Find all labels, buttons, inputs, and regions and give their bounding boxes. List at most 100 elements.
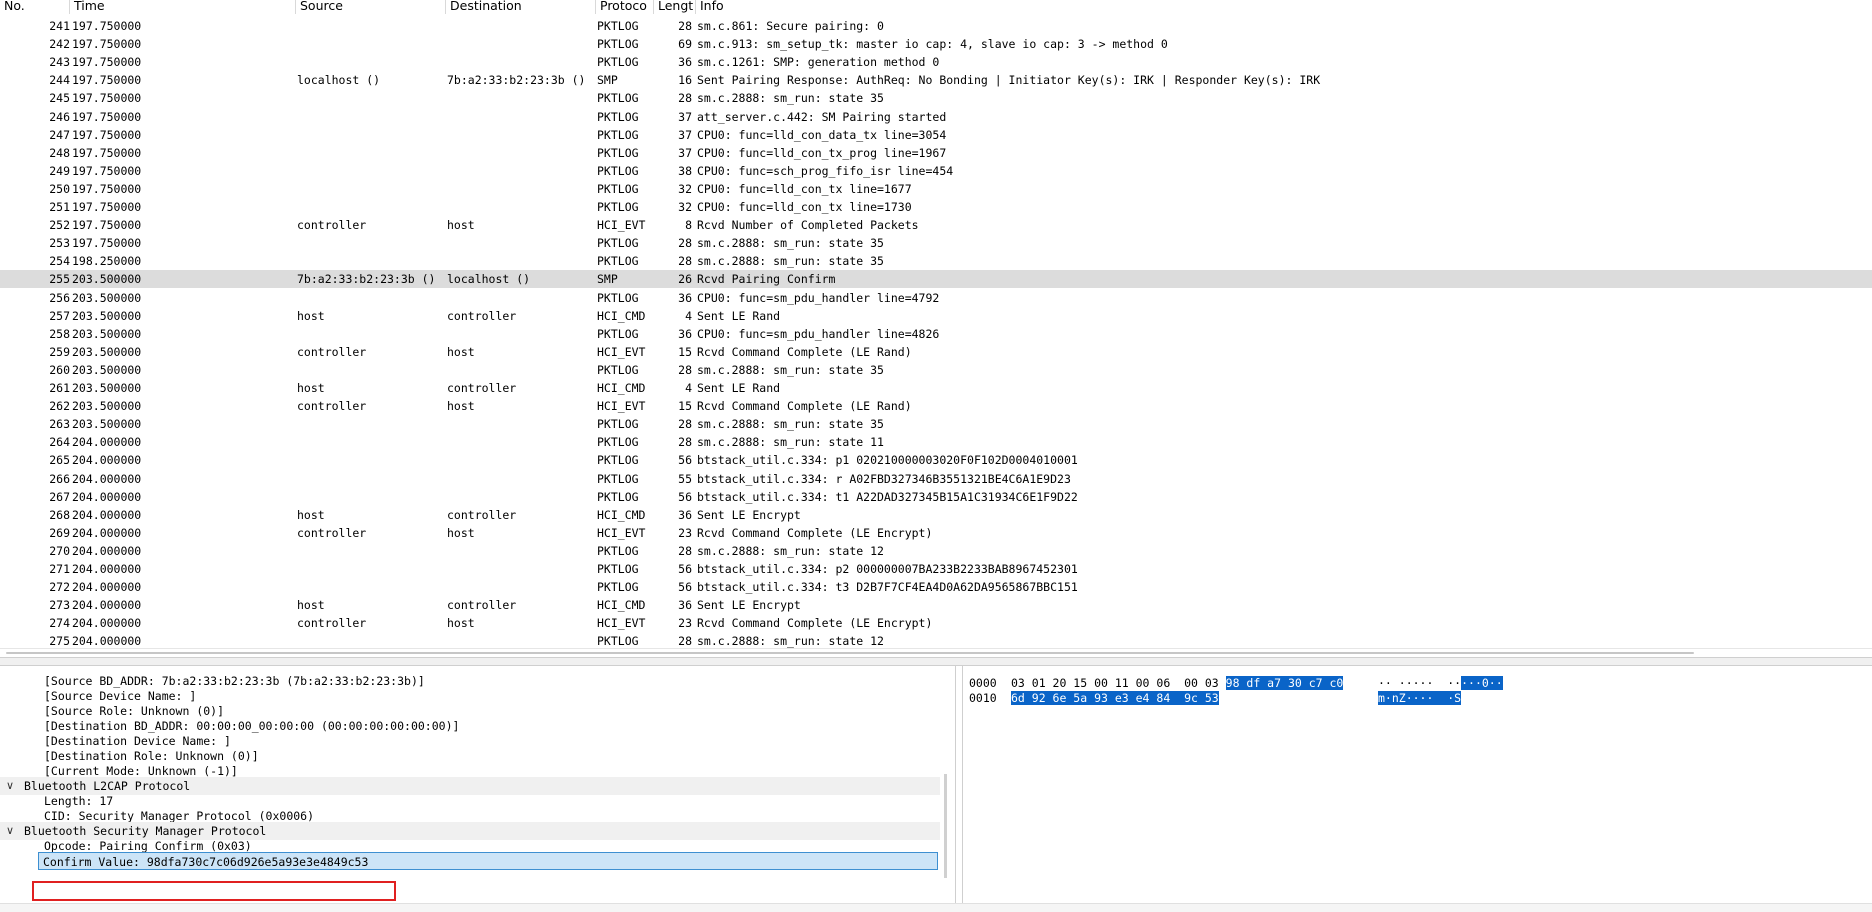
cell-length: 4 — [685, 309, 692, 323]
cell-destination: host — [447, 616, 475, 630]
details-tree-field-selected[interactable]: Confirm Value: 98dfa730c7c06d926e5a93e3e… — [38, 852, 938, 870]
cell-time: 197.750000 — [72, 91, 142, 105]
cell-info: sm.c.2888: sm_run: state 35 — [697, 236, 884, 250]
pane-splitter[interactable] — [0, 657, 1872, 666]
cell-time: 197.750000 — [72, 164, 142, 178]
packet-details-pane[interactable]: [Source BD_ADDR: 7b:a2:33:b2:23:3b (7b:a… — [0, 666, 956, 911]
packet-list-hscroll-thumb[interactable] — [6, 652, 1694, 654]
packet-row[interactable]: 268 204.000000 host controller HCI_CMD 36 Sent… — [0, 506, 1872, 524]
packet-row[interactable]: 257 203.500000 host controller HCI_CMD 4 Sent … — [0, 307, 1872, 325]
cell-no: 264 — [49, 435, 70, 449]
cell-protocol: HCI_CMD — [597, 598, 646, 612]
cell-info: Sent LE Rand — [697, 309, 781, 323]
cell-info: Sent LE Encrypt — [697, 508, 801, 522]
packet-row[interactable]: 263 203.500000 PKTLOG 28 sm.c.2888: sm_run: … — [0, 415, 1872, 433]
bytes-ascii[interactable]: m·nZ···· ·S — [1378, 690, 1462, 706]
cell-length: 37 — [678, 110, 692, 124]
packet-row[interactable]: 251 197.750000 PKTLOG 32 CPU0: func=lld_con_… — [0, 198, 1872, 216]
cell-no: 265 — [49, 453, 70, 467]
packet-row[interactable]: 248 197.750000 PKTLOG 37 CPU0: func=lld_con_… — [0, 144, 1872, 162]
bytes-hex[interactable]: 6d 92 6e 5a 93 e3 e4 84 9c 53 — [1011, 690, 1219, 706]
cell-info: sm.c.1261: SMP: generation method 0 — [697, 55, 940, 69]
cell-destination — [447, 289, 595, 307]
packet-row[interactable]: 259 203.500000 controller host HCI_EVT 15 Rcvd… — [0, 343, 1872, 361]
cell-time: 204.000000 — [72, 508, 142, 522]
cell-info: CPU0: func=lld_con_tx line=1677 — [697, 182, 912, 196]
column-header-time[interactable]: Time — [69, 0, 295, 14]
cell-length: 26 — [678, 272, 692, 286]
cell-length: 28 — [678, 236, 692, 250]
packet-row[interactable]: 253 197.750000 PKTLOG 28 sm.c.2888: sm_run: … — [0, 234, 1872, 252]
cell-destination: controller — [447, 309, 517, 323]
cell-destination — [447, 252, 595, 270]
cell-destination — [447, 35, 595, 53]
cell-protocol: PKTLOG — [597, 435, 639, 449]
cell-time: 204.000000 — [72, 598, 142, 612]
packet-row[interactable]: 245 197.750000 PKTLOG 28 sm.c.2888: sm_run: … — [0, 89, 1872, 107]
bytes-ascii-plain: ·· ····· ·· — [1378, 676, 1462, 690]
cell-source — [297, 415, 445, 433]
column-header-no[interactable]: No. — [0, 0, 69, 14]
cell-time: 204.000000 — [72, 616, 142, 630]
cell-destination — [447, 433, 595, 451]
packet-row[interactable]: 244 197.750000 localhost () 7b:a2:33:b2:23:… — [0, 71, 1872, 89]
cell-source — [297, 198, 445, 216]
cell-source — [297, 470, 445, 488]
packet-row[interactable]: 271 204.000000 PKTLOG 56 btstack_util.c.334:… — [0, 560, 1872, 578]
packet-row[interactable]: 261 203.500000 host controller HCI_CMD 4 Sent … — [0, 379, 1872, 397]
cell-no: 254 — [49, 254, 70, 268]
bytes-hex-highlight: 98 df a7 30 c7 c0 — [1225, 676, 1344, 690]
cell-destination: host — [447, 218, 475, 232]
cell-no: 259 — [49, 345, 70, 359]
packet-row[interactable]: 243 197.750000 PKTLOG 36 sm.c.1261: SMP: gen… — [0, 53, 1872, 71]
cell-no: 244 — [49, 73, 70, 87]
cell-protocol: PKTLOG — [597, 200, 639, 214]
packet-row[interactable]: 249 197.750000 PKTLOG 38 CPU0: func=sch_prog… — [0, 162, 1872, 180]
column-header-protocol[interactable]: Protoco — [595, 0, 653, 14]
packet-row[interactable]: 269 204.000000 controller host HCI_EVT 23 Rcvd… — [0, 524, 1872, 542]
packet-row[interactable]: 274 204.000000 controller host HCI_EVT 23 Rcvd… — [0, 614, 1872, 632]
packet-bytes-pane[interactable]: 0000 03 01 20 15 00 11 00 06 00 03 98 df … — [962, 666, 1872, 911]
cell-destination — [447, 325, 595, 343]
cell-info: btstack_util.c.334: p1 020210000003020F0… — [697, 453, 1078, 467]
cell-info: btstack_util.c.334: p2 000000007BA233B22… — [697, 562, 1078, 576]
packet-row[interactable]: 266 204.000000 PKTLOG 55 btstack_util.c.334:… — [0, 470, 1872, 488]
cell-length: 28 — [678, 254, 692, 268]
column-header-info[interactable]: Info — [695, 0, 1872, 14]
packet-list-hscrollbar[interactable] — [0, 648, 1872, 656]
packet-row[interactable]: 252 197.750000 controller host HCI_EVT 8 Rcvd … — [0, 216, 1872, 234]
packet-row[interactable]: 242 197.750000 PKTLOG 69 sm.c.913: sm_setup_… — [0, 35, 1872, 53]
packet-row[interactable]: 246 197.750000 PKTLOG 37 att_server.c.442: S… — [0, 108, 1872, 126]
details-vscrollbar[interactable] — [944, 774, 947, 878]
packet-row[interactable]: 273 204.000000 host controller HCI_CMD 36 Sent… — [0, 596, 1872, 614]
bytes-ascii[interactable]: ·· ····· ·····0·· — [1378, 675, 1503, 691]
column-header-length[interactable]: Lengt — [653, 0, 695, 14]
packet-row[interactable]: 256 203.500000 PKTLOG 36 CPU0: func=sm_pdu_h… — [0, 289, 1872, 307]
packet-row[interactable]: 247 197.750000 PKTLOG 37 CPU0: func=lld_con_… — [0, 126, 1872, 144]
cell-destination — [447, 144, 595, 162]
cell-time: 204.000000 — [72, 453, 142, 467]
packet-row-selected[interactable]: 255 203.500000 7b:a2:33:b2:23:3b () localho… — [0, 270, 1872, 288]
packet-row[interactable]: 264 204.000000 PKTLOG 28 sm.c.2888: sm_run: … — [0, 433, 1872, 451]
bytes-hex[interactable]: 03 01 20 15 00 11 00 06 00 03 98 df a7 3… — [1011, 675, 1344, 691]
bytes-hex-plain: 03 01 20 15 00 11 00 06 00 03 — [1011, 676, 1226, 690]
column-header-source[interactable]: Source — [295, 0, 445, 14]
packet-row[interactable]: 272 204.000000 PKTLOG 56 btstack_util.c.334:… — [0, 578, 1872, 596]
packet-row[interactable]: 260 203.500000 PKTLOG 28 sm.c.2888: sm_run: … — [0, 361, 1872, 379]
packet-row[interactable]: 267 204.000000 PKTLOG 56 btstack_util.c.334:… — [0, 488, 1872, 506]
packet-row[interactable]: 254 198.250000 PKTLOG 28 sm.c.2888: sm_run: … — [0, 252, 1872, 270]
column-header-destination[interactable]: Destination — [445, 0, 595, 14]
cell-info: Sent Pairing Response: AuthReq: No Bondi… — [697, 73, 1321, 87]
cell-time: 197.750000 — [72, 146, 142, 160]
packet-row[interactable]: 258 203.500000 PKTLOG 36 CPU0: func=sm_pdu_h… — [0, 325, 1872, 343]
packet-row[interactable]: 265 204.000000 PKTLOG 56 btstack_util.c.334:… — [0, 451, 1872, 469]
packet-row[interactable]: 262 203.500000 controller host HCI_EVT 15 Rcvd… — [0, 397, 1872, 415]
cell-source: host — [297, 381, 325, 395]
cell-destination: controller — [447, 598, 517, 612]
cell-protocol: PKTLOG — [597, 128, 639, 142]
cell-protocol: PKTLOG — [597, 544, 639, 558]
packet-row[interactable]: 270 204.000000 PKTLOG 28 sm.c.2888: sm_run: … — [0, 542, 1872, 560]
packet-list[interactable]: No. Time Source Destination Protoco Leng… — [0, 0, 1872, 656]
packet-row[interactable]: 241 197.750000 PKTLOG 28 sm.c.861: Secure pa… — [0, 17, 1872, 35]
packet-row[interactable]: 250 197.750000 PKTLOG 32 CPU0: func=lld_con_… — [0, 180, 1872, 198]
